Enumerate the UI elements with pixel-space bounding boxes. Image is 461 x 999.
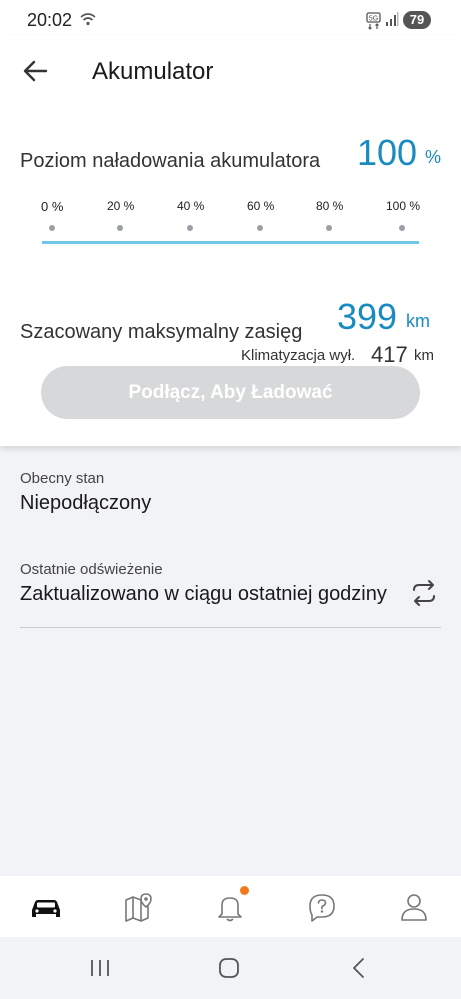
- arrow-left-icon[interactable]: [22, 58, 48, 89]
- scale-dot: [326, 225, 332, 231]
- car-icon[interactable]: [29, 890, 63, 924]
- ac-off-range-value: 417: [371, 342, 408, 367]
- current-state-value: Niepodłączony: [20, 492, 152, 514]
- system-nav-bar: [0, 937, 461, 999]
- range-value: 399: [337, 296, 398, 337]
- current-state-label: Obecny stan: [20, 470, 105, 487]
- battery-level-fill: [42, 241, 419, 244]
- map-icon[interactable]: [122, 890, 156, 924]
- recents-icon[interactable]: [89, 957, 111, 984]
- back-icon[interactable]: [348, 957, 370, 984]
- battery-card: Akumulator Poziom naładowania akumulator…: [0, 36, 461, 446]
- refresh-icon[interactable]: [409, 578, 439, 613]
- scale-dot: [49, 225, 55, 231]
- battery-level-unit: %: [425, 147, 442, 167]
- ac-off-range-unit: km: [414, 347, 434, 364]
- scale-dot: [257, 225, 263, 231]
- scale-tick-label: 40 %: [177, 199, 205, 213]
- signal-icon: [385, 11, 399, 32]
- scale-dot: [399, 225, 405, 231]
- ac-off-label: Klimatyzacja wył.: [241, 347, 356, 364]
- status-time: 20:02: [27, 10, 73, 30]
- last-refresh-label: Ostatnie odświeżenie: [20, 561, 163, 578]
- volte-5g-icon: 5G: [366, 12, 382, 35]
- scale-dot: [187, 225, 193, 231]
- bell-icon[interactable]: [213, 890, 247, 924]
- battery-level-bar: [42, 241, 419, 244]
- scale-tick-label: 80 %: [316, 199, 344, 213]
- help-icon[interactable]: [305, 890, 339, 924]
- battery-icon: 79: [403, 11, 431, 29]
- wifi-icon: [80, 12, 96, 31]
- scale-tick-label: 0 %: [41, 199, 64, 214]
- page-title: Akumulator: [92, 58, 214, 85]
- battery-level-label: Poziom naładowania akumulatora: [20, 150, 321, 172]
- last-refresh-value: Zaktualizowano w ciągu ostatniej godziny: [20, 583, 387, 605]
- range-unit: km: [406, 311, 430, 331]
- svg-text:5G: 5G: [369, 16, 378, 23]
- notification-badge: [240, 886, 249, 895]
- battery-level-value: 100: [357, 132, 418, 173]
- home-icon[interactable]: [218, 957, 240, 984]
- bottom-nav: [0, 876, 461, 937]
- status-bar: 20:02 5G 79: [0, 0, 461, 36]
- connect-to-charge-button[interactable]: Podłącz, Aby Ładować: [41, 366, 420, 419]
- scale-tick-label: 60 %: [247, 199, 275, 213]
- scale-tick-label: 20 %: [107, 199, 135, 213]
- profile-icon[interactable]: [397, 890, 431, 924]
- range-label: Szacowany maksymalny zasięg: [20, 321, 303, 343]
- scale-dot: [117, 225, 123, 231]
- scale-tick-label: 100 %: [386, 199, 421, 213]
- divider: [20, 627, 441, 628]
